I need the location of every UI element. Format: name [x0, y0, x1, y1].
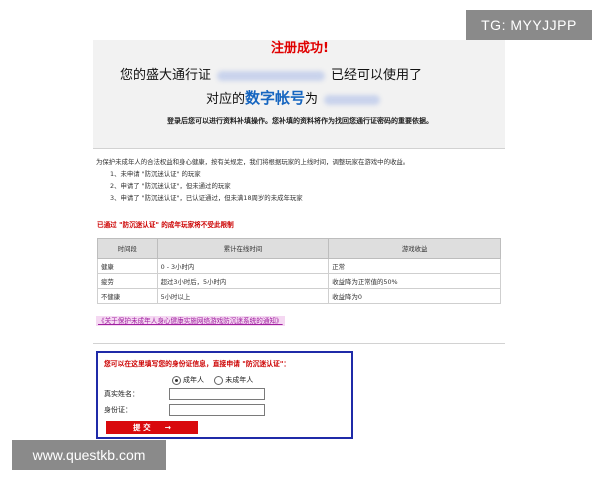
arrow-right-icon: →	[164, 423, 171, 432]
radio-adult[interactable]: 成年人	[172, 375, 204, 385]
anti-addiction-notice-link[interactable]: 《关于保护未成年人身心健康实施网络游戏防沉迷系统的通知》	[96, 316, 285, 326]
divider	[93, 343, 505, 344]
numeric-account-highlight: 数字帐号	[245, 89, 306, 107]
success-title: 注册成功!	[271, 41, 329, 56]
table-cell: 超过3小时后，5小时内	[156, 273, 330, 289]
divider	[93, 148, 505, 149]
table-header: 时间段	[97, 238, 158, 259]
table-cell: 5小时以上	[156, 288, 330, 304]
account-ready-prefix: 您的盛大通行证	[120, 68, 212, 83]
real-name-label: 真实姓名：	[104, 390, 139, 398]
table-cell: 收益降为0	[328, 288, 501, 304]
id-card-label: 身份证：	[104, 406, 132, 414]
play-time-table: 时间段 累计在线时间 游戏收益 健康 0 - 3小时内 正常 疲劳 超过3小时后…	[97, 238, 501, 304]
age-radio-group: 成年人 未成年人	[172, 375, 261, 385]
table-cell: 不健康	[97, 288, 158, 304]
submit-button[interactable]: 提 交 →	[106, 421, 198, 434]
numeric-account-suffix: 为	[305, 92, 319, 107]
numeric-account-line: 对应的数字帐号为	[206, 88, 381, 110]
table-cell: 收益降为正常值的50%	[328, 273, 501, 289]
table-cell: 疲劳	[97, 273, 158, 289]
adult-exempt-warning: 已通过 "防沉迷认证" 的成年玩家将不受此限制	[97, 221, 234, 229]
real-name-input[interactable]	[169, 388, 265, 400]
account-ready-line: 您的盛大通行证 已经可以使用了	[120, 68, 422, 84]
radio-adult-label: 成年人	[183, 376, 204, 384]
radio-minor-label: 未成年人	[225, 376, 254, 384]
intro-item: 1、未申请 "防沉迷认证" 的玩家	[110, 170, 201, 178]
tg-watermark: TG: MYYJJPP	[466, 10, 592, 40]
account-ready-suffix: 已经可以使用了	[331, 68, 423, 83]
table-header: 累计在线时间	[156, 238, 330, 259]
table-row: 疲劳 超过3小时后，5小时内 收益降为正常值的50%	[97, 273, 501, 289]
id-verification-form: 您可以在这里填写您的身份证信息，直接申请 "防沉迷认证"： 成年人 未成年人 真…	[96, 351, 353, 439]
table-cell: 0 - 3小时内	[156, 258, 330, 274]
table-row: 不健康 5小时以上 收益降为0	[97, 288, 501, 304]
intro-item: 2、申请了 "防沉迷认证"，但未通过的玩家	[110, 182, 231, 190]
blurred-account-name	[217, 70, 326, 81]
intro-text: 为保护未成年人的合法权益和身心健康，按有关规定，我们将根据玩家的上线时间，调整玩…	[96, 158, 410, 166]
numeric-account-prefix: 对应的	[206, 92, 246, 107]
anti-addiction-intro: 为保护未成年人的合法权益和身心健康，按有关规定，我们将根据玩家的上线时间，调整玩…	[96, 156, 409, 204]
table-row: 健康 0 - 3小时内 正常	[97, 258, 501, 274]
radio-minor-indicator[interactable]	[214, 375, 224, 385]
table-cell: 正常	[328, 258, 501, 274]
blurred-account-number	[324, 94, 381, 105]
radio-adult-indicator[interactable]	[172, 375, 181, 385]
id-card-input[interactable]	[169, 404, 265, 416]
table-header: 游戏收益	[328, 238, 501, 259]
table-header-row: 时间段 累计在线时间 游戏收益	[97, 238, 501, 259]
submit-label: 提 交	[133, 423, 151, 432]
site-watermark: www.questkb.com	[12, 440, 166, 470]
supplement-tip: 登录后您可以进行资料补填操作。您补填的资料将作为找回您通行证密码的重要依据。	[167, 117, 433, 125]
radio-minor[interactable]: 未成年人	[214, 375, 253, 385]
intro-item: 3、申请了 "防沉迷认证"，已认证通过，但未满18周岁的未成年玩家	[110, 194, 303, 202]
table-cell: 健康	[97, 258, 158, 274]
form-title: 您可以在这里填写您的身份证信息，直接申请 "防沉迷认证"：	[104, 360, 291, 368]
